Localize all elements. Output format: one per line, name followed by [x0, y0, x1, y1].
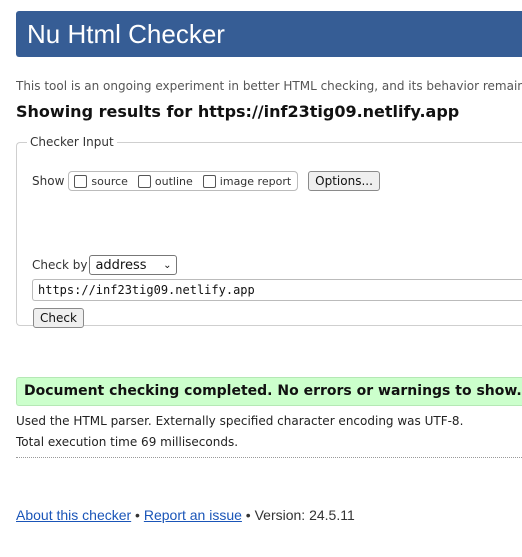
show-options-row: Show source outline image report Options… [32, 171, 380, 191]
outline-label: outline [154, 174, 193, 188]
execution-time: Total execution time 69 milliseconds. [16, 435, 239, 449]
version-text: Version: 24.5.11 [254, 507, 355, 523]
parser-info: Used the HTML parser. Externally specifi… [16, 414, 464, 428]
about-link[interactable]: About this checker [16, 507, 131, 523]
outline-option[interactable]: outline [137, 174, 193, 188]
url-input[interactable]: https://inf23tig09.netlify.app [32, 279, 522, 301]
source-checkbox[interactable] [74, 174, 88, 188]
intro-text: This tool is an ongoing experiment in be… [16, 79, 522, 93]
source-option[interactable]: source [74, 174, 128, 188]
status-success-message: Document checking completed. No errors o… [16, 377, 522, 406]
results-heading: Showing results for https://inf23tig09.n… [16, 102, 460, 121]
footer-separator-2: • [241, 507, 255, 523]
page-header: Nu Html Checker [16, 11, 522, 57]
show-options-group: source outline image report [68, 171, 299, 191]
show-label: Show [32, 174, 65, 188]
source-label: source [91, 174, 128, 188]
outline-checkbox[interactable] [137, 174, 151, 188]
divider [16, 457, 522, 458]
footer-separator: • [131, 507, 144, 523]
image-report-label: image report [219, 174, 292, 188]
footer: About this checker • Report an issue • V… [16, 507, 355, 523]
check-by-value: address [95, 257, 147, 273]
checker-input-fieldset: Checker Input Show source outline image … [16, 135, 522, 328]
check-by-row: Check by address ⌄ [32, 255, 178, 275]
page-title: Nu Html Checker [27, 19, 225, 49]
check-button[interactable]: Check [33, 308, 84, 328]
chevron-down-icon: ⌄ [163, 259, 172, 271]
report-issue-link[interactable]: Report an issue [144, 507, 242, 523]
options-button[interactable]: Options... [308, 171, 380, 191]
image-report-option[interactable]: image report [202, 174, 292, 188]
checker-input-legend: Checker Input [30, 135, 114, 149]
check-by-select[interactable]: address ⌄ [89, 255, 178, 275]
image-report-checkbox[interactable] [202, 174, 216, 188]
check-by-label: Check by [32, 258, 88, 272]
